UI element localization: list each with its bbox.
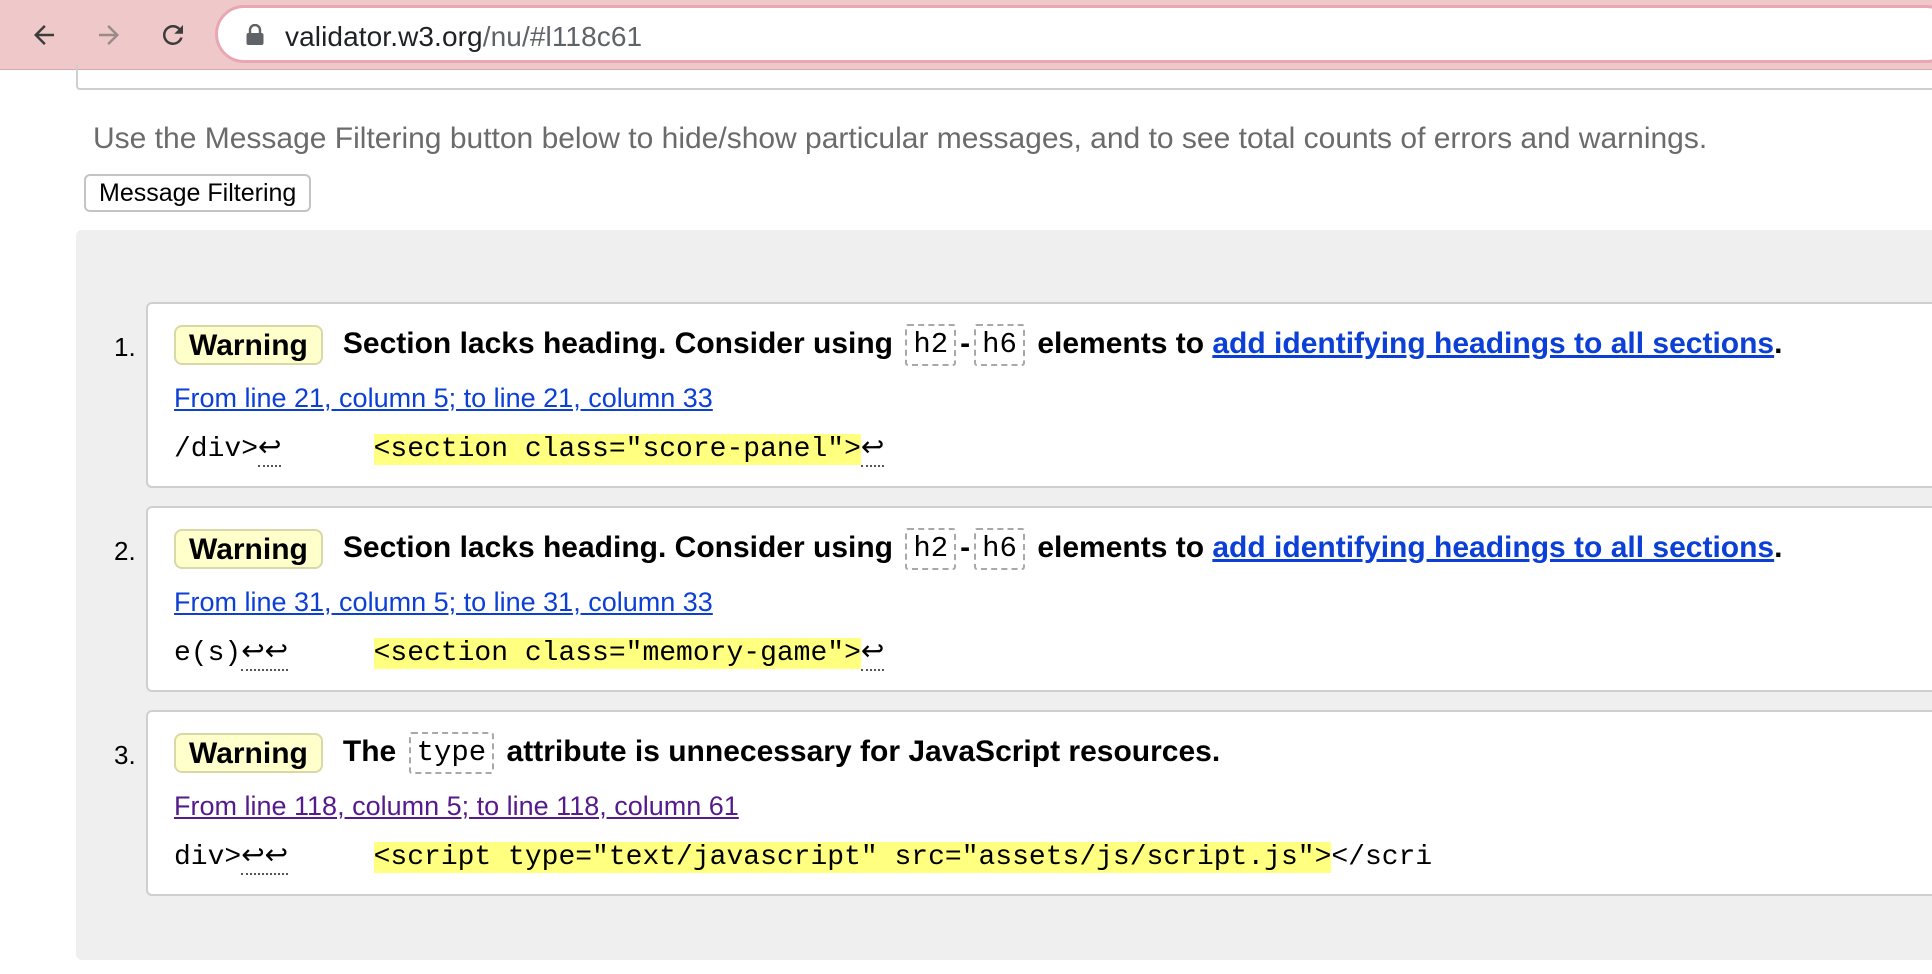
warning-badge: Warning (174, 325, 323, 366)
reload-icon (162, 24, 183, 45)
filter-instructions: Use the Message Filtering button below t… (93, 122, 1708, 155)
extract-context: /div>↩ (174, 434, 340, 467)
location-link[interactable]: From line 31, column 5; to line 31, colu… (174, 586, 713, 618)
message-text: The type attribute is unnecessary for Ja… (342, 732, 1221, 775)
headings-help-link[interactable]: add identifying headings to all sections (1212, 327, 1774, 360)
extract-before: div> (174, 842, 242, 873)
extract-highlight: <section class="score-panel"> (373, 434, 861, 465)
message-text-part: Section lacks heading. Consider using (342, 531, 893, 564)
newline-mark: ↩↩ (241, 638, 289, 671)
arrow-left-icon (34, 25, 54, 45)
message-heading: Warning The type attribute is unnecessar… (174, 732, 1221, 775)
code-h2: h2 (905, 528, 957, 571)
message-filtering-button[interactable]: Message Filtering (84, 174, 312, 212)
code-h6: h6 (974, 324, 1025, 367)
extract-highlight: <section class="memory-game"> (373, 638, 861, 669)
message-number: 2. (114, 536, 136, 566)
code-extract: e(s)↩↩ <section class="memory-game">↩ (174, 638, 885, 671)
url-path: /nu/#l118c61 (482, 21, 643, 52)
location-link[interactable]: From line 118, column 5; to line 118, co… (174, 790, 739, 822)
extract-after: </scri (1331, 842, 1433, 873)
message-text-part: elements to (1037, 327, 1205, 360)
reload-button[interactable] (150, 12, 196, 58)
previous-section-border (76, 64, 1932, 90)
back-button[interactable] (21, 12, 67, 58)
newline-mark: ↩ (860, 434, 885, 467)
code-h6: h6 (974, 528, 1025, 571)
newline-mark: ↩ (258, 434, 282, 467)
dash: - (960, 531, 971, 564)
code-extract: div>↩↩ <script type="text/javascript" sr… (174, 842, 1433, 875)
extract-highlight: <script type="text/javascript" src="asse… (373, 842, 1332, 873)
url-text: validator.w3.org/nu/#l118c61 (285, 22, 642, 52)
message-box: Warning Section lacks heading. Consider … (146, 302, 1932, 488)
message-text-part: attribute is unnecessary for JavaScript … (506, 735, 1221, 768)
message-heading: Warning Section lacks heading. Consider … (174, 528, 1783, 571)
code-h2: h2 (905, 324, 957, 367)
newline-mark: ↩↩ (241, 842, 289, 875)
location-link[interactable]: From line 21, column 5; to line 21, colu… (174, 382, 713, 414)
message-text-part: elements to (1037, 531, 1205, 564)
period: . (1774, 531, 1783, 564)
message-number: 1. (114, 332, 136, 362)
url-host: validator.w3.org (285, 21, 483, 52)
arrow-right-icon (99, 25, 119, 45)
warning-badge: Warning (174, 529, 323, 570)
message-text-part: The (342, 735, 397, 768)
message-box: Warning The type attribute is unnecessar… (146, 710, 1932, 896)
message-number: 3. (114, 740, 136, 770)
message-text: Section lacks heading. Consider using h2… (342, 324, 1783, 367)
code-type: type (408, 732, 495, 775)
period: . (1774, 327, 1783, 360)
headings-help-link[interactable]: add identifying headings to all sections (1212, 531, 1774, 564)
code-extract: /div>↩ <section class="score-panel">↩ (174, 434, 885, 467)
message-text: Section lacks heading. Consider using h2… (342, 528, 1783, 571)
message-text-part: Section lacks heading. Consider using (342, 327, 893, 360)
message-heading: Warning Section lacks heading. Consider … (174, 324, 1783, 367)
warning-badge: Warning (174, 733, 323, 774)
message-box: Warning Section lacks heading. Consider … (146, 506, 1932, 692)
browser-toolbar: validator.w3.org/nu/#l118c61 (0, 0, 1932, 70)
lock-icon (246, 24, 264, 45)
extract-context: div>↩↩ (174, 842, 340, 875)
address-bar[interactable]: validator.w3.org/nu/#l118c61 (215, 5, 1932, 63)
extract-before: e(s) (174, 638, 242, 669)
extract-context: e(s)↩↩ (174, 638, 340, 671)
extract-before: /div> (174, 434, 259, 465)
forward-button[interactable] (86, 12, 132, 58)
newline-mark: ↩ (860, 638, 885, 671)
dash: - (960, 327, 971, 360)
